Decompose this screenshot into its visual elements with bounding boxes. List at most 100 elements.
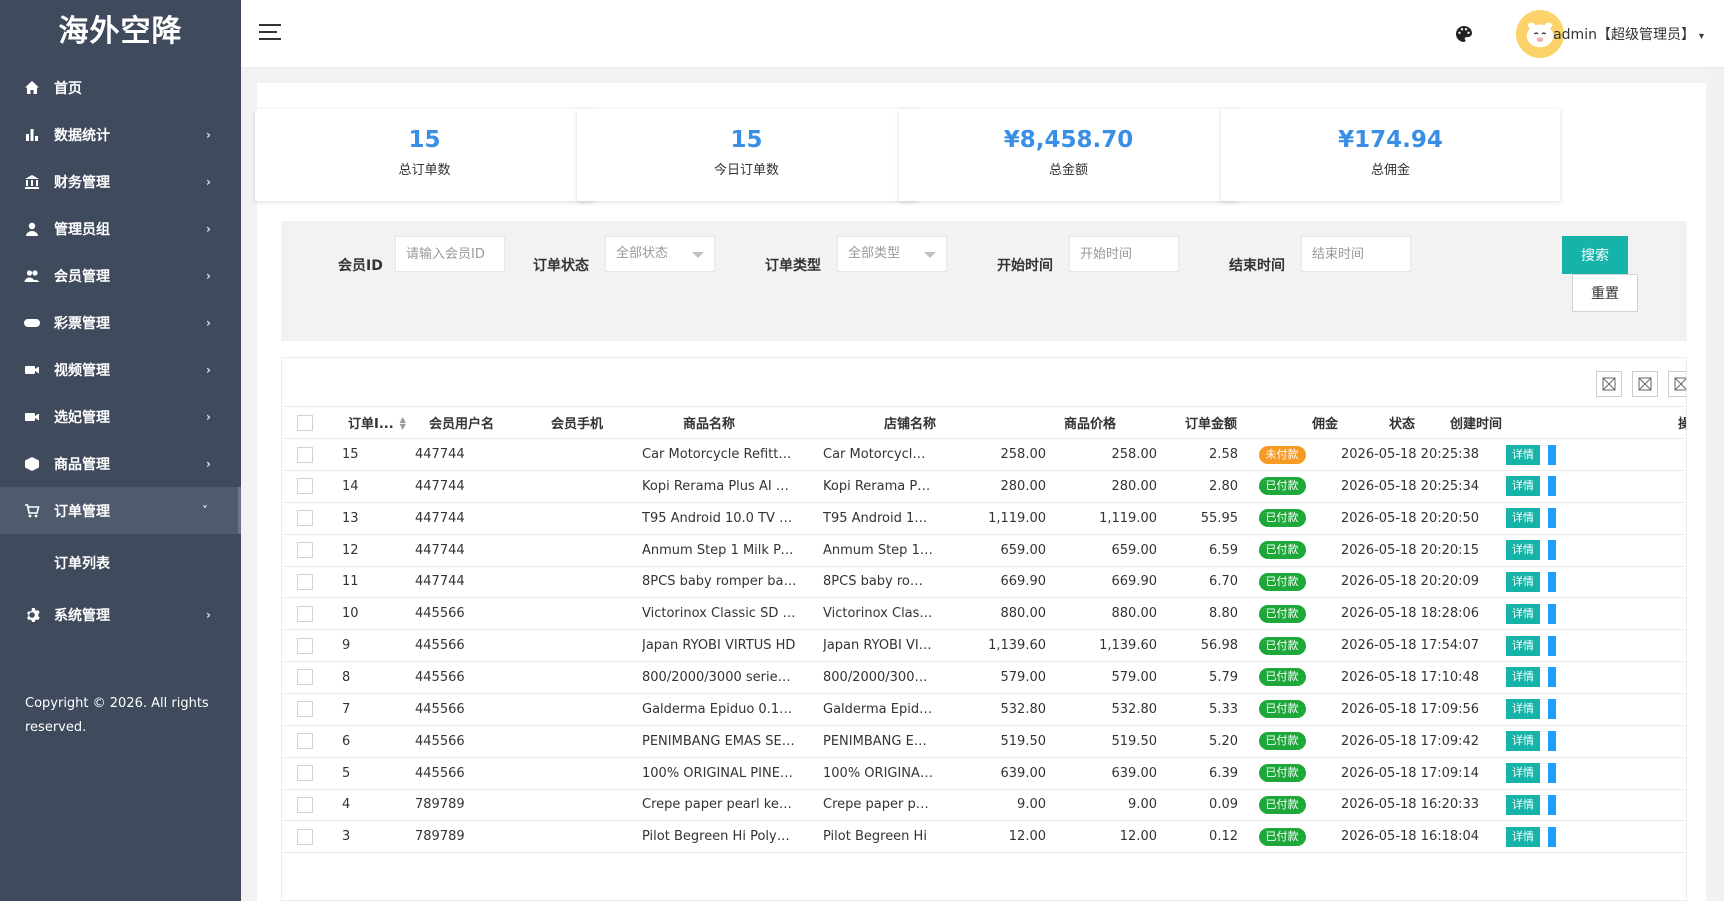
cell-price: 519.50 — [1000, 733, 1047, 749]
sidebar-item-system[interactable]: 系统管理 › — [0, 591, 241, 638]
table-row: 9 445566 Japan RYOBI VIRTUS HD Japan RYOBI … — [282, 630, 1686, 663]
sidebar-subitem-order-list[interactable]: 订单列表 — [0, 534, 241, 591]
row-checkbox[interactable] — [297, 765, 313, 781]
row-checkbox[interactable] — [297, 796, 313, 813]
status-badge: 已付款 — [1258, 732, 1306, 751]
order-type-select[interactable]: 全部类型 — [837, 236, 947, 272]
more-action-button[interactable] — [1548, 635, 1556, 656]
detail-button[interactable]: 详情 — [1506, 731, 1540, 752]
cell-amount: 880.00 — [1111, 606, 1158, 622]
row-checkbox[interactable] — [297, 478, 313, 495]
more-action-button[interactable] — [1548, 763, 1556, 783]
sidebar-item-1[interactable]: 数据统计 › — [0, 111, 241, 158]
detail-button[interactable]: 详情 — [1506, 667, 1540, 688]
cell-order-id: 4 — [342, 797, 351, 813]
cell-product-text: Anmum Step 1 Milk Powder — [642, 542, 797, 558]
vertical-scrollbar[interactable] — [1710, 68, 1724, 901]
detail-button[interactable]: 详情 — [1506, 794, 1540, 815]
detail-button[interactable]: 详情 — [1506, 508, 1540, 529]
row-checkbox[interactable] — [297, 701, 313, 718]
sidebar-item-7[interactable]: 选妃管理 › — [0, 393, 241, 440]
sidebar-item-5[interactable]: 彩票管理 › — [0, 299, 241, 346]
cell-product-text: Kopi Rerama Plus AI made — [642, 478, 797, 494]
print-icon[interactable] — [1668, 371, 1686, 397]
sidebar-item-6[interactable]: 视频管理 › — [0, 346, 241, 393]
detail-button[interactable]: 详情 — [1506, 476, 1540, 497]
more-action-button[interactable] — [1548, 508, 1556, 529]
cell-order-id: 13 — [342, 510, 359, 526]
cell-order-id: 14 — [342, 478, 359, 494]
sidebar-item-8[interactable]: 商品管理 › — [0, 440, 241, 487]
sidebar-item-2[interactable]: 财务管理 › — [0, 158, 241, 205]
row-checkbox[interactable] — [297, 510, 313, 527]
sidebar: 海外空降 首页 数据统计 › 财务管理 › 管理员组 › 会员管理 › 彩票管理 › 视频管理 › 选妃管… — [0, 0, 241, 901]
row-checkbox[interactable] — [297, 573, 313, 590]
detail-button[interactable]: 详情 — [1506, 826, 1540, 847]
cell-order-id: 9 — [342, 638, 351, 654]
table-row: 10 445566 Victorinox Classic SD Multi Victo… — [282, 598, 1686, 631]
select-all-checkbox[interactable] — [297, 414, 313, 431]
more-action-button[interactable] — [1548, 667, 1556, 688]
export-icon[interactable] — [1632, 371, 1658, 397]
sidebar-item-3[interactable]: 管理员组 › — [0, 205, 241, 252]
more-action-button[interactable] — [1548, 476, 1556, 497]
col-phone: 会员手机 — [551, 417, 604, 432]
menu-toggle-icon[interactable] — [259, 24, 281, 42]
col-order-id[interactable]: 订单I... ▲ ▼ — [348, 407, 418, 438]
cell-status: 已付款 — [1252, 566, 1312, 597]
palette-icon[interactable] — [1454, 24, 1474, 44]
cell-username: 789789 — [415, 797, 465, 813]
more-action-button[interactable] — [1548, 603, 1556, 624]
detail-button[interactable]: 详情 — [1506, 444, 1540, 465]
columns-filter-icon[interactable] — [1596, 371, 1622, 397]
cell-amount: 1,119.00 — [1099, 510, 1157, 526]
cell-created: 2026-05-18 17:09:42 — [1341, 733, 1480, 749]
detail-button[interactable]: 详情 — [1506, 635, 1540, 656]
more-action-button[interactable] — [1548, 794, 1556, 815]
member-id-input[interactable] — [395, 236, 505, 272]
cell-username: 445566 — [415, 701, 465, 717]
more-action-button[interactable] — [1548, 826, 1556, 847]
row-checkbox[interactable] — [297, 637, 313, 654]
cell-product: Japan RYOBI VIRTUS HD — [642, 630, 797, 661]
col-product: 商品名称 — [683, 417, 736, 432]
search-button[interactable]: 搜索 — [1562, 236, 1628, 274]
video-icon — [22, 360, 42, 380]
end-time-input[interactable] — [1301, 236, 1411, 272]
cell-operations: 详情 — [1506, 630, 1556, 661]
more-action-button[interactable] — [1548, 731, 1556, 752]
col-operation: 操 — [1678, 407, 1686, 438]
sidebar-item-4[interactable]: 会员管理 › — [0, 252, 241, 299]
row-checkbox[interactable] — [297, 605, 313, 622]
row-checkbox[interactable] — [297, 828, 313, 845]
row-checkbox[interactable] — [297, 542, 313, 559]
sort-icon[interactable]: ▲ ▼ — [400, 415, 406, 430]
detail-button[interactable]: 详情 — [1506, 603, 1540, 624]
cell-shop: T95 Android 10.0 TV — [823, 503, 933, 534]
row-checkbox[interactable] — [297, 733, 313, 750]
detail-button[interactable]: 详情 — [1506, 540, 1540, 561]
cell-product: 100% ORIGINAL PINENUT — [642, 758, 797, 789]
row-checkbox[interactable] — [297, 669, 313, 686]
reset-button[interactable]: 重置 — [1572, 274, 1638, 312]
more-action-button[interactable] — [1548, 571, 1556, 592]
stat-value: ¥174.94 — [1338, 127, 1443, 153]
cell-amount: 1,139.60 — [1099, 638, 1157, 654]
sidebar-item-0[interactable]: 首页 — [0, 64, 241, 111]
more-action-button[interactable] — [1548, 444, 1556, 465]
start-time-input[interactable] — [1069, 236, 1179, 272]
stat-value: 15 — [730, 127, 763, 153]
status-badge: 已付款 — [1258, 668, 1306, 687]
detail-button[interactable]: 详情 — [1506, 571, 1540, 592]
detail-button[interactable]: 详情 — [1506, 763, 1540, 783]
more-action-button[interactable] — [1548, 699, 1556, 720]
more-action-button[interactable] — [1548, 540, 1556, 561]
user-name-label: admin【超级管理员】 — [1553, 27, 1695, 43]
order-status-select[interactable]: 全部状态 — [605, 236, 715, 272]
user-menu[interactable]: admin【超级管理员】 ▾ — [1553, 24, 1704, 44]
dropdown-arrow-icon — [692, 252, 704, 258]
row-checkbox[interactable] — [297, 446, 313, 463]
status-badge: 已付款 — [1258, 795, 1306, 814]
detail-button[interactable]: 详情 — [1506, 699, 1540, 720]
sidebar-item-9[interactable]: 订单管理 ˅ — [0, 487, 241, 534]
